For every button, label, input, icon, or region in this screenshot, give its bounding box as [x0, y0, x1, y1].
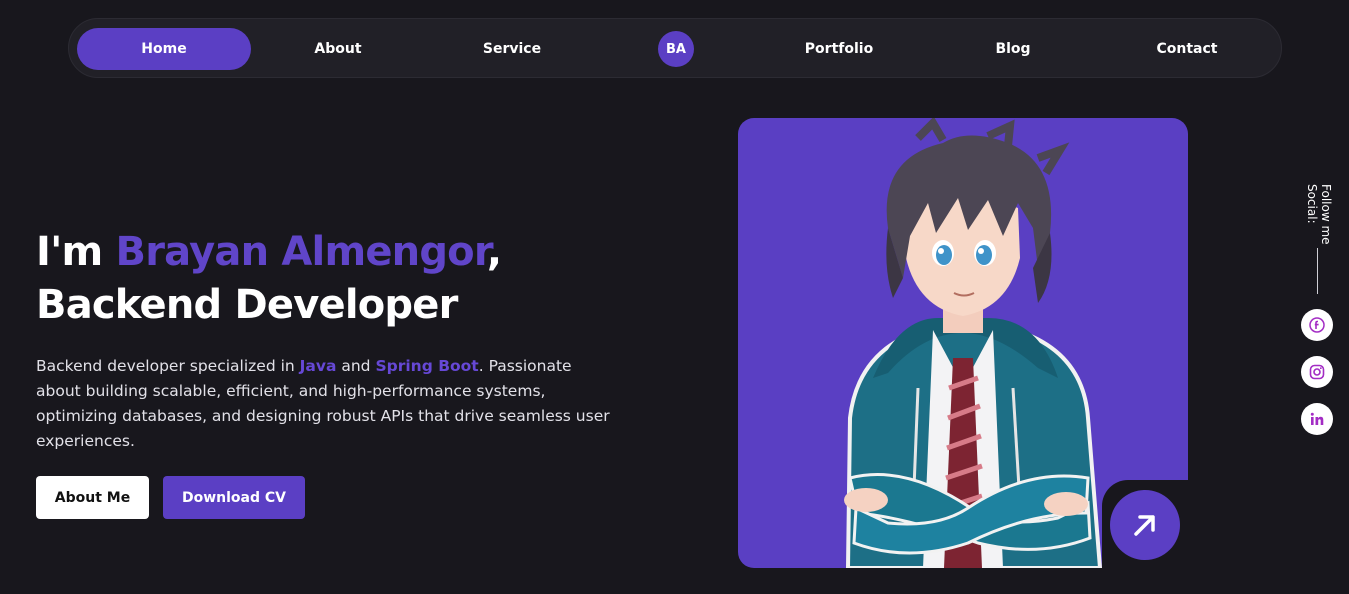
- top-navigation: Home About Service BA Portfolio Blog Con…: [68, 18, 1282, 78]
- about-me-button[interactable]: About Me: [36, 476, 149, 519]
- nav-item-portfolio[interactable]: Portfolio: [752, 28, 926, 70]
- nav-item-blog[interactable]: Blog: [926, 28, 1100, 70]
- follow-social-label: Follow me Social:: [1305, 184, 1333, 245]
- linkedin-icon: [1310, 412, 1324, 425]
- nav-item-service[interactable]: Service: [425, 28, 599, 70]
- facebook-link[interactable]: [1301, 309, 1333, 341]
- desc-and: and: [336, 357, 376, 375]
- desc-java: Java: [299, 357, 337, 375]
- download-cv-button[interactable]: Download CV: [163, 476, 305, 519]
- social-divider-line: [1317, 248, 1318, 294]
- hero-title: I'm Brayan Almengor, Backend Developer: [36, 226, 502, 332]
- facebook-icon: [1309, 317, 1325, 333]
- desc-part-1: Backend developer specialized in: [36, 357, 300, 375]
- hero-intro: I'm: [36, 229, 116, 275]
- hero-role: Backend Developer: [36, 282, 458, 328]
- nav-item-about[interactable]: About: [251, 28, 425, 70]
- hero-name: Brayan Almengor: [115, 229, 488, 275]
- logo-badge[interactable]: BA: [658, 31, 694, 67]
- instagram-link[interactable]: [1301, 356, 1333, 388]
- arrow-up-right-icon: [1134, 515, 1155, 536]
- arrow-up-right-button[interactable]: [1110, 490, 1180, 560]
- linkedin-link[interactable]: [1301, 403, 1333, 435]
- hero-description: Backend developer specialized in Java an…: [36, 354, 616, 454]
- nav-item-home[interactable]: Home: [77, 28, 251, 70]
- nav-item-contact[interactable]: Contact: [1100, 28, 1274, 70]
- instagram-icon: [1309, 364, 1325, 380]
- desc-spring-boot: Spring Boot: [375, 357, 479, 375]
- hero-comma: ,: [486, 229, 502, 275]
